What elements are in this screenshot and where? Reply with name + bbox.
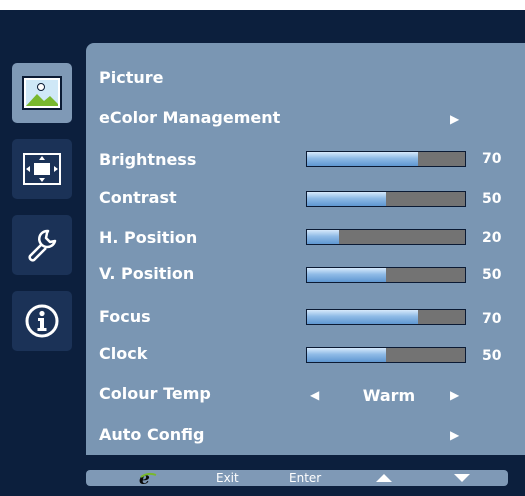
v-position-slider-fill — [307, 268, 386, 282]
ecolor-submenu-arrow-icon[interactable]: ▶ — [450, 112, 459, 126]
brightness-slider-fill — [307, 152, 418, 166]
clock-value: 50 — [482, 348, 502, 364]
colour-temp-label: Colour Temp — [99, 384, 211, 403]
settings-tab[interactable] — [12, 215, 72, 275]
brightness-label: Brightness — [99, 150, 197, 169]
colour-temp-value[interactable]: Warm — [346, 386, 432, 406]
focus-slider[interactable] — [306, 309, 466, 325]
focus-slider-fill — [307, 310, 418, 324]
colour-temp-left-arrow-icon[interactable]: ◀ — [310, 388, 319, 402]
auto-config-item[interactable]: Auto Config — [99, 425, 204, 445]
exit-button[interactable]: Exit — [216, 470, 239, 486]
h-position-value: 20 — [482, 230, 502, 246]
contrast-slider[interactable] — [306, 191, 466, 207]
brightness-slider[interactable] — [306, 151, 466, 167]
contrast-value: 50 — [482, 191, 502, 207]
clock-slider-fill — [307, 348, 386, 362]
down-arrow-icon[interactable] — [454, 474, 470, 482]
auto-config-arrow-icon[interactable]: ▶ — [450, 428, 459, 442]
h-position-slider-fill — [307, 230, 339, 244]
clock-label: Clock — [99, 344, 148, 363]
information-tab[interactable] — [12, 291, 72, 351]
ecolor-management-item[interactable]: eColor Management — [99, 108, 280, 128]
focus-value: 70 — [482, 311, 502, 327]
picture-icon — [22, 76, 62, 110]
colour-temp-right-arrow-icon[interactable]: ▶ — [450, 388, 459, 402]
enter-button[interactable]: Enter — [289, 470, 321, 486]
svg-text:e: e — [139, 469, 150, 487]
h-position-slider[interactable] — [306, 229, 466, 245]
brightness-value: 70 — [482, 151, 502, 167]
up-arrow-icon[interactable] — [376, 474, 392, 482]
info-icon — [25, 304, 59, 338]
footer-bar: e Exit Enter — [86, 469, 508, 487]
v-position-label: V. Position — [99, 264, 195, 283]
picture-tab[interactable] — [12, 63, 72, 123]
display-position-tab[interactable] — [12, 139, 72, 199]
clock-slider[interactable] — [306, 347, 466, 363]
wrench-icon — [28, 229, 57, 262]
contrast-label: Contrast — [99, 188, 177, 207]
v-position-value: 50 — [482, 267, 502, 283]
v-position-slider[interactable] — [306, 267, 466, 283]
h-position-label: H. Position — [99, 228, 198, 247]
e-key-icon[interactable]: e — [138, 469, 158, 487]
page-title: Picture — [99, 68, 164, 87]
contrast-slider-fill — [307, 192, 386, 206]
focus-label: Focus — [99, 307, 151, 326]
position-icon — [23, 153, 61, 185]
